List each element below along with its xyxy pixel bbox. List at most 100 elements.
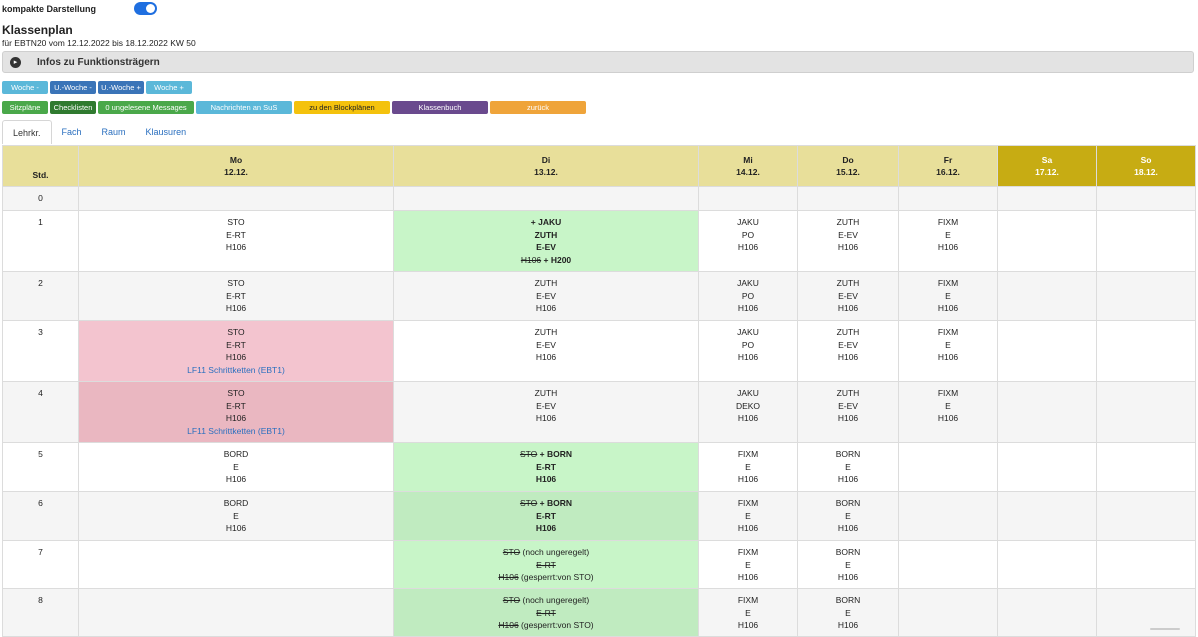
lesson-cell [1096, 381, 1196, 443]
lesson-cell[interactable]: ZUTH E-EV H106 [393, 381, 699, 443]
lesson-cell[interactable]: FIXM E H106 [698, 491, 798, 541]
lesson-cell[interactable]: JAKU PO H106 [698, 271, 798, 321]
checklists-button[interactable]: Checklisten [50, 101, 96, 114]
lesson-cell [997, 381, 1097, 443]
lesson-cell [78, 588, 394, 637]
lesson-cell[interactable]: BORN E H106 [797, 491, 899, 541]
lesson-cell [78, 186, 394, 211]
lesson-cell [997, 491, 1097, 541]
col-header-mi: Mi 14.12. [698, 145, 798, 187]
week-next-button[interactable]: Woche + [146, 81, 192, 94]
timetable-header: Std. Mo 12.12. Di 13.12. Mi 14.12. Do 15.12.… [2, 145, 1196, 187]
compact-label: kompakte Darstellung [2, 4, 97, 14]
lesson-cell[interactable]: BORD E H106 [78, 491, 394, 541]
lesson-cell-changed[interactable]: STO + BORN E-RT H106 [393, 491, 699, 541]
lesson-cell[interactable]: BORN E H106 [797, 588, 899, 637]
lesson-cell[interactable]: BORN E H106 [797, 540, 899, 589]
view-tabs: Lehrkr. Fach Raum Klausuren [2, 120, 196, 144]
lesson-cell [797, 186, 899, 211]
lesson-cell[interactable]: STO E-RT H106 [78, 210, 394, 272]
table-row: 8 STO (noch ungeregelt) E-RT H106 (gespe… [2, 588, 1196, 637]
period-number: 4 [2, 381, 79, 443]
tab-subject[interactable]: Fach [52, 120, 92, 144]
table-row: 1 STO E-RT H106 + JAKU ZUTH E-EV H106 + H2… [2, 210, 1196, 272]
lesson-cell[interactable]: BORN E H106 [797, 442, 899, 492]
block-plans-button[interactable]: zu den Blockplänen [294, 101, 390, 114]
unread-messages-button[interactable]: 0 ungelesene Messages [98, 101, 194, 114]
lesson-cell[interactable]: FIXM E H106 [898, 210, 998, 272]
lesson-cell [997, 186, 1097, 211]
lesson-cell [1096, 186, 1196, 211]
back-button[interactable]: zurück [490, 101, 586, 114]
period-number: 5 [2, 442, 79, 492]
lesson-cell-exam[interactable]: STO E-RT H106 LF11 Schrittketten (EBT1) [78, 320, 394, 382]
info-functionaries-panel[interactable]: ▸ Infos zu Funktionsträgern [2, 51, 1194, 73]
week-prev-button[interactable]: Woche - [2, 81, 48, 94]
lesson-cell[interactable]: ZUTH E-EV H106 [797, 381, 899, 443]
lesson-cell[interactable]: FIXM E H106 [898, 271, 998, 321]
seating-plans-button[interactable]: Sitzpläne [2, 101, 48, 114]
lesson-cell [1096, 442, 1196, 492]
lesson-cell [78, 540, 394, 589]
lesson-cell[interactable]: ZUTH E-EV H106 [797, 320, 899, 382]
lesson-cell[interactable]: JAKU PO H106 [698, 320, 798, 382]
col-header-sa: Sa 17.12. [997, 145, 1097, 187]
lesson-cell [997, 588, 1097, 637]
lesson-cell-changed[interactable]: STO (noch ungeregelt) E-RT H106 (gesperr… [393, 540, 699, 589]
uweek-next-button[interactable]: U.-Woche + [98, 81, 144, 94]
period-number: 0 [2, 186, 79, 211]
lesson-cell[interactable]: JAKU DEKO H106 [698, 381, 798, 443]
lesson-cell[interactable]: STO E-RT H106 [78, 271, 394, 321]
table-row: 5 BORD E H106 STO + BORN E-RT H106 FIXM E H1… [2, 442, 1196, 492]
lesson-cell[interactable]: FIXM E H106 [898, 381, 998, 443]
tab-room[interactable]: Raum [92, 120, 136, 144]
lesson-cell[interactable]: ZUTH E-EV H106 [797, 210, 899, 272]
lesson-cell[interactable]: FIXM E H106 [698, 588, 798, 637]
lesson-cell[interactable]: BORD E H106 [78, 442, 394, 492]
col-header-period: Std. [2, 145, 79, 187]
period-number: 3 [2, 320, 79, 382]
lesson-cell-changed[interactable]: STO + BORN E-RT H106 [393, 442, 699, 492]
lesson-cell-changed[interactable]: + JAKU ZUTH E-EV H106 + H200 [393, 210, 699, 272]
compact-toggle-switch[interactable] [134, 2, 157, 15]
table-row: 7 STO (noch ungeregelt) E-RT H106 (gespe… [2, 540, 1196, 589]
lesson-cell[interactable]: ZUTH E-EV H106 [393, 320, 699, 382]
classbook-button[interactable]: Klassenbuch [392, 101, 488, 114]
lesson-cell-exam[interactable]: STO E-RT H106 LF11 Schrittketten (EBT1) [78, 381, 394, 443]
table-row: 4 STO E-RT H106 LF11 Schrittketten (EBT1) Z… [2, 381, 1196, 443]
lesson-cell[interactable]: JAKU PO H106 [698, 210, 798, 272]
period-number: 7 [2, 540, 79, 589]
scroll-indicator[interactable] [1150, 628, 1180, 630]
lesson-cell[interactable]: ZUTH E-EV H106 [797, 271, 899, 321]
news-to-students-button[interactable]: Nachrichten an SuS [196, 101, 292, 114]
col-header-fr: Fr 16.12. [898, 145, 998, 187]
lesson-cell[interactable]: ZUTH E-EV H106 [393, 271, 699, 321]
chevron-right-circle-icon: ▸ [10, 56, 21, 68]
lesson-cell [898, 491, 998, 541]
table-row: 6 BORD E H106 STO + BORN E-RT H106 FIXM E H1… [2, 491, 1196, 541]
period-number: 6 [2, 491, 79, 541]
lesson-cell[interactable]: FIXM E H106 [698, 540, 798, 589]
tab-teacher[interactable]: Lehrkr. [2, 120, 52, 144]
col-header-so: So 18.12. [1096, 145, 1196, 187]
col-header-mo: Mo 12.12. [78, 145, 394, 187]
col-header-do: Do 15.12. [797, 145, 899, 187]
info-functionaries-label: Infos zu Funktionsträgern [37, 56, 160, 68]
exam-link[interactable]: LF11 Schrittketten (EBT1) [79, 364, 393, 377]
tab-exams[interactable]: Klausuren [136, 120, 197, 144]
lesson-cell [1096, 491, 1196, 541]
lesson-cell[interactable]: FIXM E H106 [898, 320, 998, 382]
page-subtitle: für EBTN20 vom 12.12.2022 bis 18.12.2022… [2, 38, 196, 48]
lesson-cell [1096, 540, 1196, 589]
exam-link[interactable]: LF11 Schrittketten (EBT1) [79, 425, 393, 438]
lesson-cell [997, 540, 1097, 589]
lesson-cell [997, 271, 1097, 321]
lesson-cell-changed[interactable]: STO (noch ungeregelt) E-RT H106 (gesperr… [393, 588, 699, 637]
lesson-cell [997, 442, 1097, 492]
table-row: 3 STO E-RT H106 LF11 Schrittketten (EBT1) Z… [2, 320, 1196, 382]
lesson-cell[interactable]: FIXM E H106 [698, 442, 798, 492]
action-buttons: Sitzpläne Checklisten 0 ungelesene Messa… [2, 101, 586, 114]
lesson-cell [898, 540, 998, 589]
uweek-prev-button[interactable]: U.-Woche - [50, 81, 96, 94]
lesson-cell [997, 210, 1097, 272]
